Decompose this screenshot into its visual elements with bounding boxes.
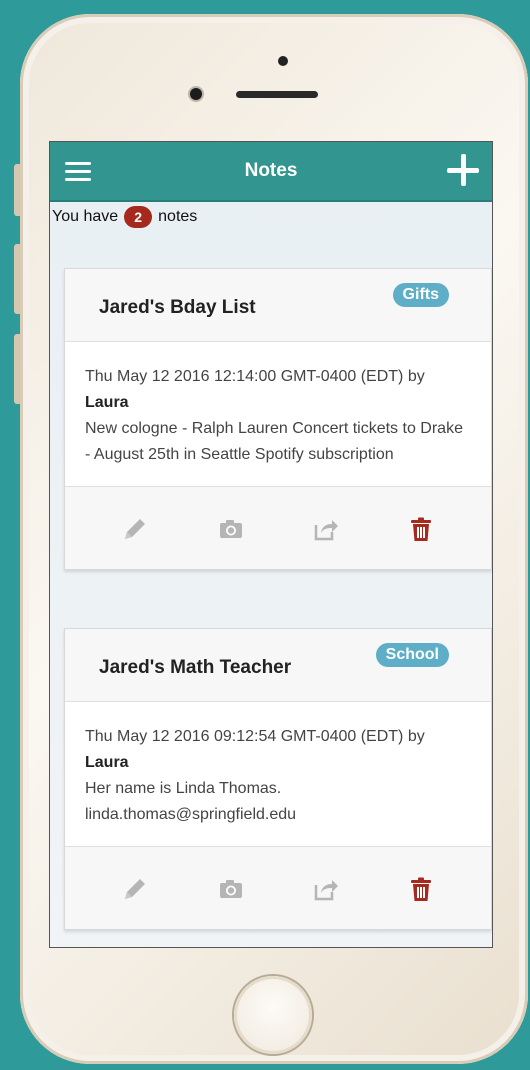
phone-frame: Notes You have 2 notes Jared's Bday List… xyxy=(14,14,528,1064)
app-screen: Notes You have 2 notes Jared's Bday List… xyxy=(49,141,493,948)
home-button[interactable] xyxy=(234,976,312,1054)
pencil-icon[interactable] xyxy=(121,875,149,903)
note-tag-badge[interactable]: School xyxy=(375,643,449,667)
volume-down-button xyxy=(14,334,20,404)
note-actions xyxy=(65,846,491,929)
volume-up-button xyxy=(14,244,20,314)
note-card-header: Jared's Math Teacher School xyxy=(65,629,491,702)
earpiece-speaker xyxy=(236,91,318,98)
mute-switch xyxy=(14,164,20,216)
count-suffix: notes xyxy=(158,208,198,225)
note-card: Jared's Bday List Gifts Thu May 12 2016 … xyxy=(64,268,492,570)
trash-icon[interactable] xyxy=(407,875,435,903)
add-note-button[interactable] xyxy=(444,150,482,188)
note-author: Laura xyxy=(85,754,129,771)
note-author: Laura xyxy=(85,394,129,411)
share-icon[interactable] xyxy=(311,515,339,543)
note-date: Thu May 12 2016 09:12:54 GMT-0400 (EDT) … xyxy=(85,728,425,745)
camera-icon[interactable] xyxy=(217,515,245,543)
note-content: New cologne - Ralph Lauren Concert ticke… xyxy=(85,420,463,463)
note-content: Her name is Linda Thomas. linda.thomas@s… xyxy=(85,780,297,823)
note-title[interactable]: Jared's Math Teacher xyxy=(99,657,291,679)
note-card-header: Jared's Bday List Gifts xyxy=(65,269,491,342)
notes-count-badge: 2 xyxy=(124,206,153,228)
pencil-icon[interactable] xyxy=(121,515,149,543)
note-card: Jared's Math Teacher School Thu May 12 2… xyxy=(64,628,492,930)
front-camera xyxy=(190,88,202,100)
navbar: Notes xyxy=(50,142,492,202)
trash-icon[interactable] xyxy=(407,515,435,543)
camera-icon[interactable] xyxy=(217,875,245,903)
page-title: Notes xyxy=(244,160,298,181)
notes-count-line: You have 2 notes xyxy=(52,206,197,228)
count-prefix: You have xyxy=(52,208,119,225)
note-body: Thu May 12 2016 09:12:54 GMT-0400 (EDT) … xyxy=(65,702,491,846)
note-tag-badge[interactable]: Gifts xyxy=(392,283,449,307)
share-icon[interactable] xyxy=(311,875,339,903)
note-date: Thu May 12 2016 12:14:00 GMT-0400 (EDT) … xyxy=(85,368,425,385)
note-title[interactable]: Jared's Bday List xyxy=(99,297,256,319)
note-body: Thu May 12 2016 12:14:00 GMT-0400 (EDT) … xyxy=(65,342,491,486)
note-actions xyxy=(65,486,491,569)
front-sensor-dot xyxy=(278,56,288,66)
